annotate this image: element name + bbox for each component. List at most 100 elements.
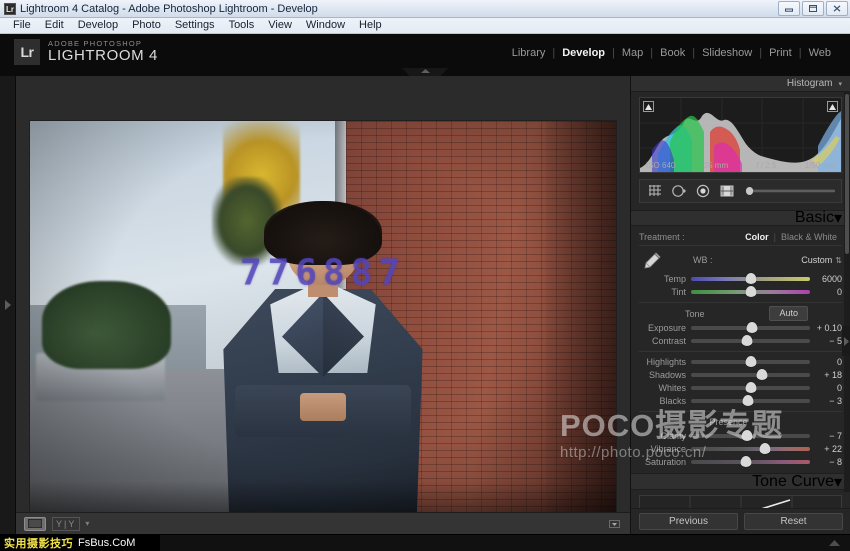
filmstrip-toggle-icon[interactable] [606,517,622,531]
histogram-panel-header[interactable]: Histogram ▾ [631,76,850,92]
saturation-value[interactable]: − 8 [810,457,842,467]
slider-row-tint: Tint 0 [639,285,842,298]
whites-slider-knob[interactable] [745,382,756,393]
toolbar-chevron-down-icon[interactable]: ▾ [85,519,89,528]
meta-shutter: 1/50 sec [805,161,835,170]
photo-image[interactable]: 776887 [30,121,616,521]
exposure-slider[interactable] [691,326,810,330]
vibrance-value[interactable]: + 22 [810,444,842,454]
left-panel-collapsed[interactable] [0,76,16,534]
shadows-slider[interactable] [691,373,810,377]
shadows-slider-knob[interactable] [757,369,768,380]
contrast-value[interactable]: − 5 [810,336,842,346]
minimize-button[interactable] [778,1,800,16]
module-book[interactable]: Book [653,47,692,59]
previous-button[interactable]: Previous [639,513,738,530]
white-balance-row: WB : Custom⇅ [639,248,842,272]
temp-slider-knob[interactable] [745,273,756,284]
menu-item-view[interactable]: View [261,18,299,33]
highlights-slider[interactable] [691,360,810,364]
basic-panel-header[interactable]: Basic ▾ [631,210,850,226]
exposure-value[interactable]: + 0.10 [810,323,842,333]
shadow-clipping-icon[interactable] [643,101,654,112]
white-balance-selector-icon[interactable] [639,249,665,271]
module-slideshow[interactable]: Slideshow [695,47,759,59]
menu-item-settings[interactable]: Settings [168,18,222,33]
contrast-slider[interactable] [691,339,810,343]
vibrance-slider-knob[interactable] [759,443,770,454]
whites-slider[interactable] [691,386,810,390]
filmstrip-expand-icon[interactable] [829,540,840,546]
highlight-clipping-icon[interactable] [827,101,838,112]
filmstrip-watermark: 实用摄影技巧 FsBus.CoM [0,534,160,551]
menu-item-file[interactable]: File [6,18,38,33]
app-icon: Lr [4,3,16,15]
tool-amount-slider[interactable] [745,182,836,200]
vibrance-slider[interactable] [691,447,810,451]
reset-button[interactable]: Reset [744,513,843,530]
module-map[interactable]: Map [615,47,650,59]
menu-item-help[interactable]: Help [352,18,389,33]
module-print[interactable]: Print [762,47,799,59]
saturation-label: Saturation [639,457,691,467]
right-panel-collapse-toggle[interactable] [842,326,850,356]
viewer-toolbar: Y|Y ▾ [16,512,630,534]
menu-item-edit[interactable]: Edit [38,18,71,33]
shadows-value[interactable]: + 18 [810,370,842,380]
graduated-filter-icon[interactable] [717,182,737,200]
flag-filter-button[interactable]: Y|Y [52,517,80,531]
red-eye-correction-icon[interactable] [693,182,713,200]
tint-slider-knob[interactable] [745,286,756,297]
tint-slider[interactable] [691,290,810,294]
basic-title: Basic [795,209,834,227]
blacks-slider[interactable] [691,399,810,403]
identity-plate[interactable]: Lr ADOBE PHOTOSHOP LIGHTROOM 4 [14,39,158,65]
tone-curve-panel-header[interactable]: Tone Curve ▾ [631,473,850,490]
treatment-bw-option[interactable]: Black & White [776,232,842,242]
blacks-slider-knob[interactable] [743,395,754,406]
crop-overlay-icon[interactable] [645,182,665,200]
chevron-down-icon[interactable]: ▾ [838,80,842,88]
clarity-slider-knob[interactable] [741,430,752,441]
clarity-slider[interactable] [691,434,810,438]
tint-value[interactable]: 0 [810,287,842,297]
exposure-slider-knob[interactable] [746,322,757,333]
module-web[interactable]: Web [802,47,838,59]
contrast-slider-knob[interactable] [741,335,752,346]
menu-item-window[interactable]: Window [299,18,352,33]
temp-slider[interactable] [691,277,810,281]
temp-value[interactable]: 6000 [810,274,842,284]
whites-value[interactable]: 0 [810,383,842,393]
spot-removal-icon[interactable] [669,182,689,200]
right-panel-scrollbar[interactable] [844,92,850,492]
highlights-value[interactable]: 0 [810,357,842,367]
highlights-slider-knob[interactable] [745,356,756,367]
histogram-title: Histogram [787,78,833,89]
module-library[interactable]: Library [505,47,553,59]
saturation-slider-knob[interactable] [740,456,751,467]
wb-value-dropdown[interactable]: Custom⇅ [801,255,842,265]
slider-row-highlights: Highlights 0 [639,355,842,368]
clarity-value[interactable]: − 7 [810,431,842,441]
close-button[interactable] [826,1,848,16]
temp-label: Temp [639,274,691,284]
menu-item-photo[interactable]: Photo [125,18,168,33]
menu-item-develop[interactable]: Develop [71,18,125,33]
menu-item-tools[interactable]: Tools [222,18,262,33]
auto-tone-button[interactable]: Auto [769,306,808,321]
histogram-chart[interactable]: ISO 640 35 mm f / 2.5 1/50 sec [639,97,842,173]
basic-chevron-down-icon[interactable]: ▾ [834,208,842,228]
maximize-button[interactable] [802,1,824,16]
wb-label: WB : [693,255,713,265]
tone-curve-chevron-down-icon[interactable]: ▾ [834,472,842,492]
shadows-label: Shadows [639,370,691,380]
loupe-view-icon[interactable] [24,517,46,531]
top-panel-toggle[interactable] [402,68,448,76]
blacks-value[interactable]: − 3 [810,396,842,406]
photo-frame[interactable]: 776887 [29,120,617,522]
module-develop[interactable]: Develop [555,47,612,59]
tone-label: Tone [685,309,705,319]
saturation-slider[interactable] [691,460,810,464]
treatment-color-option[interactable]: Color [740,232,774,242]
presence-header: Presence [639,415,842,429]
